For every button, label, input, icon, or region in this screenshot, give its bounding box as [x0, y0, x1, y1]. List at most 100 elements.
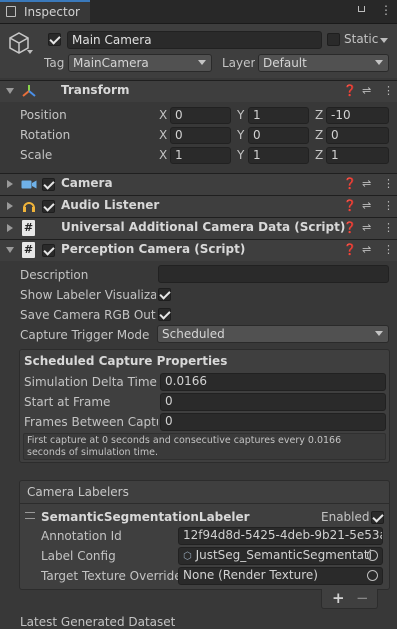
- context-menu-icon[interactable]: ⋮: [383, 243, 394, 256]
- axis-x-label[interactable]: X: [159, 128, 167, 142]
- rotation-z-input[interactable]: 0: [326, 127, 389, 144]
- presets-icon[interactable]: ⇌: [362, 84, 371, 97]
- capture-trigger-arrow-icon: [375, 331, 383, 336]
- perception-enabled-checkbox[interactable]: [42, 244, 55, 257]
- axis-z-label[interactable]: Z: [315, 128, 323, 142]
- label-config-label: Label Config: [41, 549, 116, 563]
- camera-foldout-icon[interactable]: [7, 180, 13, 188]
- capture-trigger-dropdown[interactable]: Scheduled: [157, 325, 389, 343]
- target-texture-field[interactable]: None (Render Texture): [178, 567, 383, 585]
- tab-inspector[interactable]: Inspector: [0, 0, 90, 23]
- transform-row-scale: Scale X 1 Y 1 Z 1: [0, 146, 397, 166]
- camera-header[interactable]: Camera ❓ ⇌ ⋮: [0, 173, 397, 195]
- lock-icon[interactable]: [358, 6, 365, 12]
- start-frame-label: Start at Frame: [24, 395, 111, 409]
- labeler-title: SemanticSegmentationLabeler: [41, 510, 250, 524]
- position-z-input[interactable]: -10: [326, 107, 389, 124]
- help-icon[interactable]: ❓: [343, 177, 357, 190]
- target-texture-label: Target Texture Override: [41, 569, 182, 583]
- start-frame-input[interactable]: 0: [160, 393, 386, 411]
- capture-info-text: First capture at 0 seconds and consecuti…: [27, 435, 342, 458]
- presets-icon[interactable]: ⇌: [362, 243, 371, 256]
- inspector-icon: [6, 6, 16, 17]
- audio-enabled-checkbox[interactable]: [42, 200, 55, 213]
- position-y-input[interactable]: 1: [248, 107, 309, 124]
- tag-dropdown[interactable]: MainCamera: [68, 54, 212, 72]
- static-dropdown-arrow-icon[interactable]: [380, 38, 388, 43]
- transform-header-icons: ❓ ⇌ ⋮: [343, 84, 394, 99]
- axis-x-label[interactable]: X: [159, 108, 167, 122]
- object-name-input[interactable]: Main Camera: [67, 31, 322, 49]
- frames-between-label: Frames Between Captur: [24, 415, 158, 429]
- uacd-title: Universal Additional Camera Data (Script…: [61, 220, 346, 234]
- camera-icon: [21, 180, 37, 189]
- uacd-foldout-icon[interactable]: [7, 224, 13, 232]
- transform-foldout-icon[interactable]: [6, 88, 14, 94]
- position-x-input[interactable]: 0: [170, 107, 231, 124]
- camera-title: Camera: [61, 176, 113, 190]
- static-label[interactable]: Static: [344, 32, 378, 46]
- transform-header[interactable]: Transform ❓ ⇌ ⋮: [0, 80, 397, 102]
- annotation-id-input[interactable]: 12f94d8d-5425-4deb-9b21-5e53a: [178, 527, 383, 545]
- icon-dropdown-arrow-icon[interactable]: [27, 50, 33, 54]
- audio-foldout-icon[interactable]: [7, 202, 13, 210]
- scale-x-input[interactable]: 1: [170, 147, 231, 164]
- context-menu-icon[interactable]: ⋮: [383, 221, 394, 234]
- drag-handle-icon[interactable]: [25, 512, 35, 519]
- help-icon[interactable]: ❓: [343, 243, 357, 256]
- camera-labelers-box: Camera Labelers SemanticSegmentationLabe…: [19, 480, 390, 590]
- label-config-asset-icon: ⬡: [183, 551, 192, 562]
- axis-x-label[interactable]: X: [159, 148, 167, 162]
- layer-dropdown-arrow-icon: [375, 60, 383, 65]
- axis-y-label[interactable]: Y: [237, 148, 244, 162]
- more-menu-icon[interactable]: ⋮: [380, 3, 392, 17]
- remove-labeler-button[interactable]: −: [356, 589, 369, 607]
- transform-row-rotation: Rotation X 0 Y 0 Z 0: [0, 126, 397, 146]
- static-checkbox[interactable]: [327, 33, 340, 46]
- save-rgb-checkbox[interactable]: [158, 308, 171, 321]
- presets-icon[interactable]: ⇌: [362, 221, 371, 234]
- layer-dropdown[interactable]: Default: [258, 54, 389, 72]
- labeler-enabled-checkbox[interactable]: [371, 511, 384, 524]
- scheduled-capture-title: Scheduled Capture Properties: [24, 354, 228, 368]
- rotation-y-input[interactable]: 0: [248, 127, 309, 144]
- audio-listener-header[interactable]: Audio Listener ❓ ⇌ ⋮: [0, 195, 397, 217]
- capture-trigger-label: Capture Trigger Mode: [20, 328, 150, 342]
- add-labeler-button[interactable]: +: [332, 589, 345, 607]
- axis-y-label[interactable]: Y: [237, 128, 244, 142]
- show-labeler-checkbox[interactable]: [158, 288, 171, 301]
- scale-y-input[interactable]: 1: [248, 147, 309, 164]
- perception-header[interactable]: # Perception Camera (Script) ❓ ⇌ ⋮: [0, 239, 397, 261]
- camera-enabled-checkbox[interactable]: [42, 178, 55, 191]
- perception-foldout-icon[interactable]: [6, 247, 14, 253]
- frames-between-input[interactable]: 0: [160, 413, 386, 431]
- description-input[interactable]: [158, 265, 389, 283]
- presets-icon[interactable]: ⇌: [362, 199, 371, 212]
- labeler-enabled-label: Enabled: [321, 510, 370, 524]
- target-texture-picker-icon[interactable]: [367, 570, 378, 581]
- axis-y-label[interactable]: Y: [237, 108, 244, 122]
- scale-z-input[interactable]: 1: [326, 147, 389, 164]
- rotation-x-input[interactable]: 0: [170, 127, 231, 144]
- help-icon[interactable]: ❓: [343, 84, 357, 97]
- transform-row-position: Position X 0 Y 1 Z -10: [0, 106, 397, 126]
- active-checkbox[interactable]: [48, 33, 61, 46]
- label-config-picker-icon[interactable]: [367, 550, 378, 561]
- position-label: Position: [20, 108, 67, 122]
- camera-header-icons: ❓ ⇌ ⋮: [343, 177, 394, 192]
- help-icon[interactable]: ❓: [343, 199, 357, 212]
- tag-dropdown-arrow-icon: [198, 60, 206, 65]
- sim-delta-input[interactable]: 0.0166: [160, 373, 386, 391]
- help-icon[interactable]: ❓: [343, 221, 357, 234]
- label-config-field[interactable]: ⬡ JustSeg_SemanticSegmentati: [178, 547, 383, 565]
- presets-icon[interactable]: ⇌: [362, 177, 371, 190]
- context-menu-icon[interactable]: ⋮: [383, 84, 394, 97]
- context-menu-icon[interactable]: ⋮: [383, 177, 394, 190]
- axis-z-label[interactable]: Z: [315, 108, 323, 122]
- uacd-header-icons: ❓ ⇌ ⋮: [343, 221, 394, 236]
- script-icon: #: [22, 220, 35, 236]
- context-menu-icon[interactable]: ⋮: [383, 199, 394, 212]
- layer-value: Default: [263, 56, 307, 70]
- axis-z-label[interactable]: Z: [315, 148, 323, 162]
- uacd-header[interactable]: # Universal Additional Camera Data (Scri…: [0, 217, 397, 239]
